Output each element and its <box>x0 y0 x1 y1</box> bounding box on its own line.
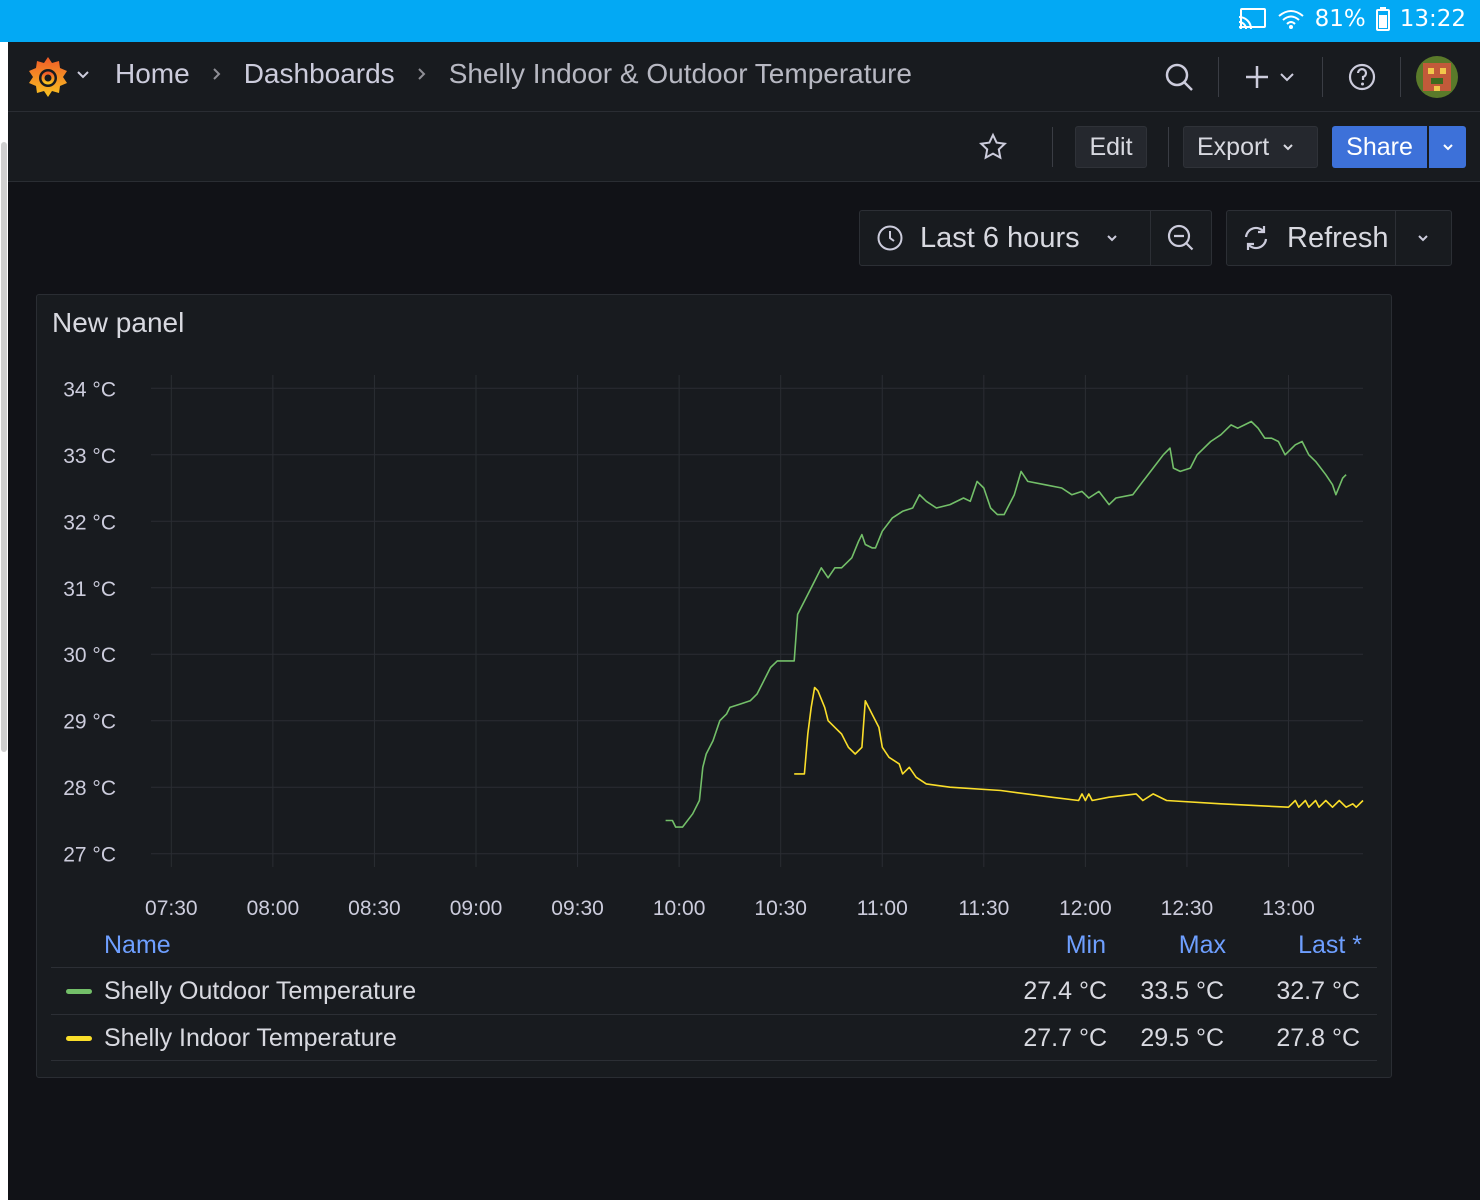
zoom-out-button[interactable] <box>1151 211 1211 265</box>
battery-icon <box>1375 7 1390 31</box>
legend-color-swatch[interactable] <box>66 1036 92 1041</box>
time-range-picker: Last 6 hours <box>859 210 1212 266</box>
time-series-panel: New panel 34 °C 33 °C 32 °C 31 °C 30 °C 29 °C… <box>36 294 1392 1078</box>
breadcrumb-dashboards[interactable]: Dashboards <box>244 58 395 90</box>
x-tick-label: 10:30 <box>754 897 807 920</box>
x-tick-label: 13:00 <box>1262 897 1315 920</box>
legend-header-min[interactable]: Min <box>1032 931 1106 960</box>
x-tick-label: 09:30 <box>551 897 604 920</box>
y-tick-label: 28 °C <box>63 777 116 800</box>
cast-icon <box>1238 8 1266 30</box>
series-name: Shelly Indoor Temperature <box>104 1024 397 1052</box>
panel-title[interactable]: New panel <box>52 307 184 339</box>
star-icon[interactable] <box>978 132 1008 162</box>
x-tick-label: 08:30 <box>348 897 401 920</box>
divider <box>1052 127 1053 167</box>
legend-header-name[interactable]: Name <box>104 931 171 960</box>
x-tick-label: 07:30 <box>145 897 198 920</box>
clock: 13:22 <box>1399 6 1466 32</box>
series-max: 33.5 °C <box>1140 977 1224 1005</box>
x-tick-label: 12:30 <box>1161 897 1214 920</box>
side-handle[interactable] <box>1 142 7 752</box>
divider <box>1322 57 1323 97</box>
chevron-right-icon <box>417 68 426 80</box>
series-max: 29.5 °C <box>1140 1024 1224 1052</box>
y-tick-label: 32 °C <box>63 511 116 534</box>
y-tick-label: 34 °C <box>63 378 116 401</box>
x-tick-label: 10:00 <box>653 897 706 920</box>
chevron-down-icon <box>1442 144 1453 151</box>
legend-divider <box>51 1060 1377 1061</box>
y-tick-label: 29 °C <box>63 711 116 734</box>
grafana-app: Home Dashboards Shelly Indoor & Outdoor … <box>8 42 1480 1200</box>
clock-icon <box>877 225 903 251</box>
refresh-icon <box>1244 226 1268 250</box>
breadcrumb-current-dashboard: Shelly Indoor & Outdoor Temperature <box>448 58 912 89</box>
legend-row-outdoor[interactable]: Shelly Outdoor Temperature 27.4 °C 33.5 … <box>51 967 1377 1014</box>
time-range-label: Last 6 hours <box>920 221 1080 254</box>
y-tick-label: 31 °C <box>63 578 116 601</box>
export-label: Export <box>1197 132 1270 161</box>
y-tick-label: 27 °C <box>63 844 116 867</box>
y-tick-label: 30 °C <box>63 644 116 667</box>
series-name: Shelly Outdoor Temperature <box>104 977 417 1005</box>
x-tick-label: 08:00 <box>247 897 300 920</box>
series-last: 32.7 °C <box>1276 977 1360 1005</box>
wifi-icon <box>1277 10 1304 29</box>
chevron-down-icon[interactable] <box>1276 61 1298 93</box>
refresh-picker: Refresh <box>1226 210 1452 266</box>
chevron-down-icon[interactable] <box>74 66 92 84</box>
chevron-down-icon <box>1106 235 1117 242</box>
share-options-button[interactable] <box>1429 126 1466 168</box>
share-button[interactable]: Share <box>1332 126 1427 168</box>
top-nav: Home Dashboards Shelly Indoor & Outdoor … <box>8 42 1480 112</box>
legend-row-indoor[interactable]: Shelly Indoor Temperature 27.7 °C 29.5 °… <box>51 1014 1377 1061</box>
divider <box>1218 57 1219 97</box>
plus-icon[interactable] <box>1241 61 1273 93</box>
legend-header-last[interactable]: Last * <box>1267 931 1362 960</box>
chevron-down-icon <box>1418 235 1428 242</box>
y-tick-label: 33 °C <box>63 445 116 468</box>
time-series-chart[interactable]: 34 °C 33 °C 32 °C 31 °C 30 °C 29 °C 28 °C 27 °C… <box>37 355 1391 935</box>
dashboard-toolbar: Edit Export Share <box>8 112 1480 182</box>
x-tick-label: 11:30 <box>958 897 1009 920</box>
time-range-button[interactable]: Last 6 hours <box>860 211 1152 265</box>
export-button[interactable]: Export <box>1183 126 1318 168</box>
series-line-indoor <box>794 686 1364 808</box>
series-line-outdoor <box>665 420 1347 828</box>
battery-percent: 81% <box>1314 6 1366 32</box>
x-tick-label: 09:00 <box>450 897 503 920</box>
edit-button[interactable]: Edit <box>1075 126 1147 168</box>
series-min: 27.7 °C <box>1023 1024 1107 1052</box>
x-tick-label: 11:00 <box>857 897 908 920</box>
breadcrumb-home[interactable]: Home <box>115 58 190 90</box>
refresh-button[interactable]: Refresh <box>1227 211 1396 265</box>
series-last: 27.8 °C <box>1276 1024 1360 1052</box>
legend-color-swatch[interactable] <box>66 989 92 994</box>
chevron-down-icon <box>1283 144 1293 151</box>
android-status-bar: 81% 13:22 <box>0 0 1480 42</box>
refresh-interval-dropdown[interactable] <box>1396 211 1451 265</box>
search-icon[interactable] <box>1163 61 1195 93</box>
zoom-out-icon <box>1167 224 1194 251</box>
user-avatar[interactable] <box>1416 56 1458 98</box>
grafana-logo-icon[interactable] <box>26 55 70 99</box>
left-edge-strip <box>0 42 8 1200</box>
breadcrumb: Home Dashboards Shelly Indoor & Outdoor … <box>115 58 912 90</box>
legend-header-max[interactable]: Max <box>1147 931 1226 960</box>
help-icon[interactable] <box>1346 61 1378 93</box>
x-tick-label: 12:00 <box>1059 897 1112 920</box>
divider <box>1168 127 1169 167</box>
refresh-label: Refresh <box>1287 221 1389 254</box>
series-min: 27.4 °C <box>1023 977 1107 1005</box>
chevron-right-icon <box>212 68 221 80</box>
divider <box>1400 57 1401 97</box>
